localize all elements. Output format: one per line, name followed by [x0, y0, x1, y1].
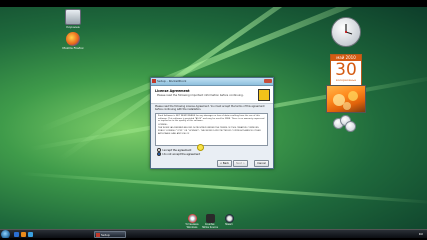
clock-gadget[interactable] — [331, 17, 361, 47]
radio-decline-label: I do not accept the agreement — [162, 153, 201, 156]
desktop: Корзина Mozilla Firefox май 2010 30 воск… — [0, 7, 427, 229]
window-title: Setup - RocketDock — [157, 79, 187, 83]
desktop-icon-firefox[interactable]: Mozilla Firefox — [62, 32, 84, 50]
back-button[interactable]: < Back — [217, 160, 232, 167]
license-paragraph: LICENSE: — [158, 123, 168, 126]
recycle-bin-icon — [65, 9, 81, 25]
dock-item-steam[interactable]: Steam — [221, 214, 237, 226]
dock-item-counter-strike[interactable]: Counter-Strike Source — [202, 214, 218, 229]
desktop-icon-label: Корзина — [66, 25, 80, 29]
dock-item-label: Steam — [225, 223, 233, 226]
wizard-page-title: License Agreement — [155, 89, 190, 93]
radio-decline[interactable]: I do not accept the agreement — [157, 152, 200, 156]
language-indicator[interactable]: RU — [419, 232, 423, 236]
counter-strike-icon — [205, 214, 215, 223]
letterbox-top — [0, 0, 427, 7]
show-desktop-icon[interactable] — [14, 232, 19, 237]
window-titlebar[interactable]: Setup - RocketDock — [151, 78, 273, 86]
calendar-day: 30 — [335, 60, 357, 80]
firefox-icon — [66, 32, 80, 46]
cursor-highlight-icon — [197, 144, 204, 151]
contact-avatar-icon — [345, 121, 356, 132]
license-intro-text: Please read the following License Agreem… — [155, 105, 265, 111]
slideshow-gadget[interactable] — [326, 85, 366, 113]
setup-app-icon — [152, 79, 156, 83]
license-paragraph: Punk Software is NOT RESPONSIBLE for any… — [158, 115, 265, 123]
desktop-icon-label: Mozilla Firefox — [62, 46, 84, 50]
setup-app-icon — [96, 233, 100, 237]
firefox-quicklaunch-icon[interactable] — [21, 232, 26, 237]
setup-window: Setup - RocketDock License Agreement Ple… — [150, 77, 274, 169]
rocketdock-logo-icon — [258, 89, 270, 101]
steam-icon — [224, 214, 234, 223]
internet-explorer-icon[interactable] — [28, 232, 33, 237]
calendar-gadget[interactable]: май 2010 30 воскресенье — [330, 54, 362, 86]
clock-hands-icon — [345, 24, 353, 35]
desktop-icon-recycle-bin[interactable]: Корзина — [62, 9, 84, 29]
taskbar-item-label: Setup — [101, 233, 110, 237]
dock-item-setup[interactable]: Установка Windows — [184, 214, 200, 229]
close-button[interactable] — [264, 79, 272, 83]
system-tray[interactable]: RU — [419, 231, 423, 238]
license-paragraph: THE WORK (AS DEFINED BELOW) IS PROVIDED … — [158, 127, 261, 135]
screen: Корзина Mozilla Firefox май 2010 30 воск… — [0, 0, 427, 240]
wallpaper-ray — [19, 172, 427, 205]
wizard-header: License Agreement Please read the follow… — [151, 86, 273, 104]
setup-disk-icon — [187, 214, 197, 223]
license-textbox[interactable]: Punk Software is NOT RESPONSIBLE for any… — [155, 113, 268, 146]
next-button[interactable]: Next > — [233, 160, 248, 167]
cancel-button[interactable]: Cancel — [254, 160, 269, 167]
taskbar-item-setup[interactable]: Setup — [94, 231, 126, 238]
radio-selected-icon — [157, 152, 161, 156]
flower-photo — [333, 91, 358, 110]
wizard-page-subtitle: Please read the following important info… — [157, 94, 244, 97]
